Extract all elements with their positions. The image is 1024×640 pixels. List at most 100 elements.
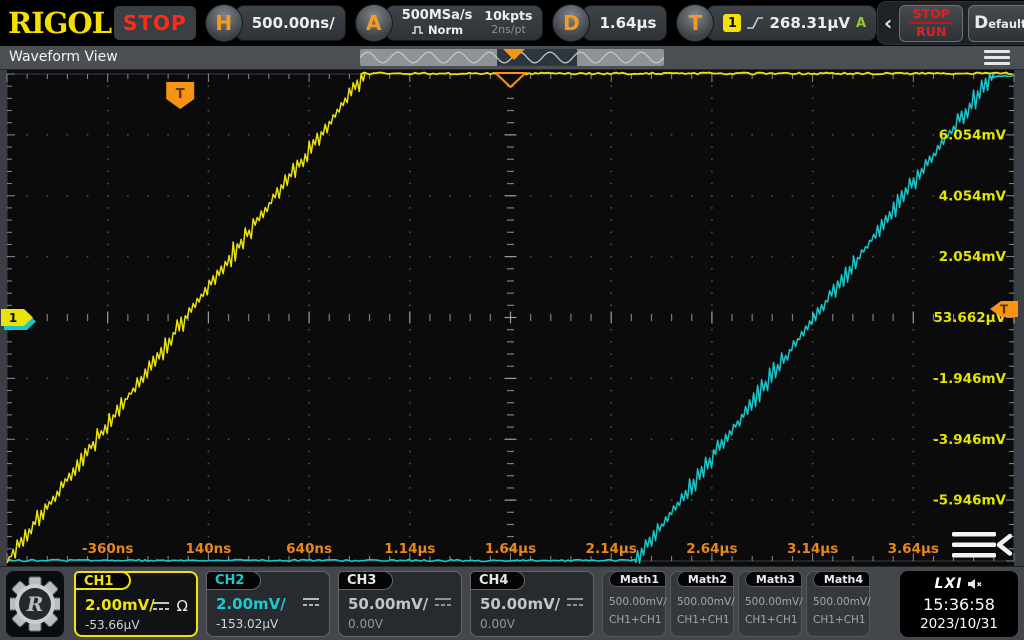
trigger-pill[interactable]: T 1 268.31µV A [676, 3, 877, 43]
acquisition-knob[interactable]: A [355, 4, 393, 42]
time-axis-label: 2.14µs [586, 541, 637, 557]
trigger-source-badge: 1 [723, 14, 741, 32]
time-axis-label: 1.64µs [485, 541, 536, 557]
rigol-gear-logo: R [10, 576, 60, 632]
horizontal-scale-pill[interactable]: H 500.00ns/ [205, 3, 346, 43]
ch1-tab[interactable]: CH1 [74, 571, 131, 590]
default-button[interactable]: Default [968, 5, 1024, 42]
delay-position-marker-icon [496, 73, 526, 87]
acquisition-status-badge: STOP [114, 6, 196, 40]
ch2-scale: 2.00mV/ [216, 595, 286, 613]
trigger-level-value: 268.31µV [769, 14, 850, 32]
sample-rate: 500MSa/s [402, 9, 473, 24]
math1-expression: CH1+CH1 [609, 614, 662, 626]
time-axis-label: 3.64µs [888, 541, 939, 557]
math1-card[interactable]: Math1 500.00mV/ CH1+CH1 [602, 571, 666, 637]
volt-axis-label: -1.946mV [933, 371, 1006, 387]
volt-axis-label: -3.946mV [933, 432, 1006, 448]
toolbar-button-cluster: ‹ STOP RUN Default Measure [877, 1, 1024, 45]
run-stop-button[interactable]: STOP RUN [899, 5, 963, 42]
menu-lines-icon[interactable] [984, 50, 1010, 65]
horizontal-knob[interactable]: H [205, 4, 243, 42]
svg-text:T: T [176, 87, 185, 102]
system-date: 2023/10/31 [900, 616, 1018, 632]
math2-tab[interactable]: Math2 [677, 571, 734, 587]
volt-axis-label: 4.054mV [939, 188, 1007, 204]
rigol-logo: RIGOL [8, 6, 108, 40]
math3-tab[interactable]: Math3 [745, 571, 802, 587]
time-per-point: 2ns/pt [491, 24, 526, 37]
time-axis-label: 140ns [185, 541, 231, 557]
oscilloscope-screen: RIGOL STOP H 500.00ns/ A 500MSa/s Norm [0, 0, 1024, 640]
status-clock-tile[interactable]: LXI 15:36:58 2023/10/31 [900, 571, 1018, 637]
math4-expression: CH1+CH1 [813, 614, 866, 626]
time-axis-label: 3.14µs [787, 541, 838, 557]
time-axis-label: 1.14µs [384, 541, 435, 557]
channel-bar: R CH1 2.00mV/ Ω -53.66µV CH2 2.00mV/ -15… [0, 566, 1024, 640]
ch1-card[interactable]: CH1 2.00mV/ Ω -53.66µV [74, 571, 198, 637]
delay-pill[interactable]: D 1.64µs [552, 3, 667, 43]
acq-mode: Norm [428, 24, 463, 37]
math2-expression: CH1+CH1 [677, 614, 730, 626]
rising-edge-icon [745, 15, 765, 31]
horizontal-scale-value: 500.00ns/ [235, 5, 346, 41]
waveform-plot[interactable]: -360ns 140ns 640ns 1.14µs 1.64µs 2.14µs 2.64µs… [0, 70, 1024, 566]
waveform-view-bar: Waveform View [0, 46, 1024, 70]
top-bar: RIGOL STOP H 500.00ns/ A 500MSa/s Norm [0, 0, 1024, 46]
ch2-card[interactable]: CH2 2.00mV/ -153.02µV [206, 571, 330, 637]
default-button-label: Default [974, 13, 1024, 33]
run-stop-label-top: STOP [910, 7, 952, 21]
waveform-navigation-strip[interactable] [360, 49, 664, 66]
svg-text:R: R [26, 592, 44, 616]
ch2-offset: -153.02µV [216, 617, 278, 631]
nav-strip-preview [360, 49, 664, 66]
math3-expression: CH1+CH1 [745, 614, 798, 626]
math1-tab[interactable]: Math1 [609, 571, 666, 587]
math4-tab[interactable]: Math4 [813, 571, 870, 587]
math3-card[interactable]: Math3 500.00mV/ CH1+CH1 [738, 571, 802, 637]
volt-axis-label: 6.054mV [939, 127, 1007, 143]
volt-axis-label: -5.946mV [933, 493, 1006, 509]
svg-text:T: T [1000, 303, 1009, 317]
math3-scale: 500.00mV/ [745, 596, 803, 608]
ch3-scale: 50.00mV/ [348, 595, 428, 613]
ch4-tab[interactable]: CH4 [470, 571, 525, 590]
acquisition-pill[interactable]: A 500MSa/s Norm 10kpts 2ns/pt [355, 3, 544, 43]
system-time: 15:36:58 [900, 595, 1018, 614]
lxi-badge: LXI [935, 576, 963, 592]
run-stop-label-bottom: RUN [910, 25, 952, 39]
rigol-gear-logo-tile[interactable]: R [6, 571, 64, 637]
time-axis-label: 640ns [286, 541, 332, 557]
time-axis-label: 2.64µs [686, 541, 737, 557]
math2-scale: 500.00mV/ [677, 596, 735, 608]
ch1-offset: -53.66µV [85, 618, 140, 632]
dc-coupling-icon [433, 596, 453, 608]
memory-depth: 10kpts [484, 9, 532, 23]
toolbar-prev-chevron[interactable]: ‹ [882, 13, 894, 33]
math4-card[interactable]: Math4 500.00mV/ CH1+CH1 [806, 571, 870, 637]
speaker-muted-icon [967, 578, 983, 590]
ch2-tab[interactable]: CH2 [206, 571, 261, 590]
math4-scale: 500.00mV/ [813, 596, 871, 608]
ch4-offset: 0.00V [480, 617, 515, 631]
dc-coupling-icon [151, 600, 171, 612]
svg-text:1: 1 [9, 311, 17, 325]
math1-scale: 500.00mV/ [609, 596, 667, 608]
time-axis-label: -360ns [82, 541, 133, 557]
acq-mode-pulse-icon [411, 25, 425, 35]
delay-value: 1.64µs [582, 5, 667, 41]
dc-coupling-icon [301, 596, 321, 608]
dc-coupling-icon [565, 596, 585, 608]
ch1-scale: 2.00mV/ [85, 596, 155, 614]
ch4-card[interactable]: CH4 50.00mV/ 0.00V [470, 571, 594, 637]
math2-card[interactable]: Math2 500.00mV/ CH1+CH1 [670, 571, 734, 637]
collapse-menu-icon[interactable] [952, 532, 1010, 558]
ch4-scale: 50.00mV/ [480, 595, 560, 613]
ch3-offset: 0.00V [348, 617, 383, 631]
ch3-tab[interactable]: CH3 [338, 571, 393, 590]
ch1-impedance: Ω [177, 597, 188, 615]
waveform-display[interactable]: -360ns 140ns 640ns 1.14µs 1.64µs 2.14µs 2.64µs… [0, 70, 1024, 566]
trigger-sweep-mode: A [856, 16, 866, 31]
ch3-card[interactable]: CH3 50.00mV/ 0.00V [338, 571, 462, 637]
volt-axis-label: 2.054mV [939, 249, 1007, 265]
